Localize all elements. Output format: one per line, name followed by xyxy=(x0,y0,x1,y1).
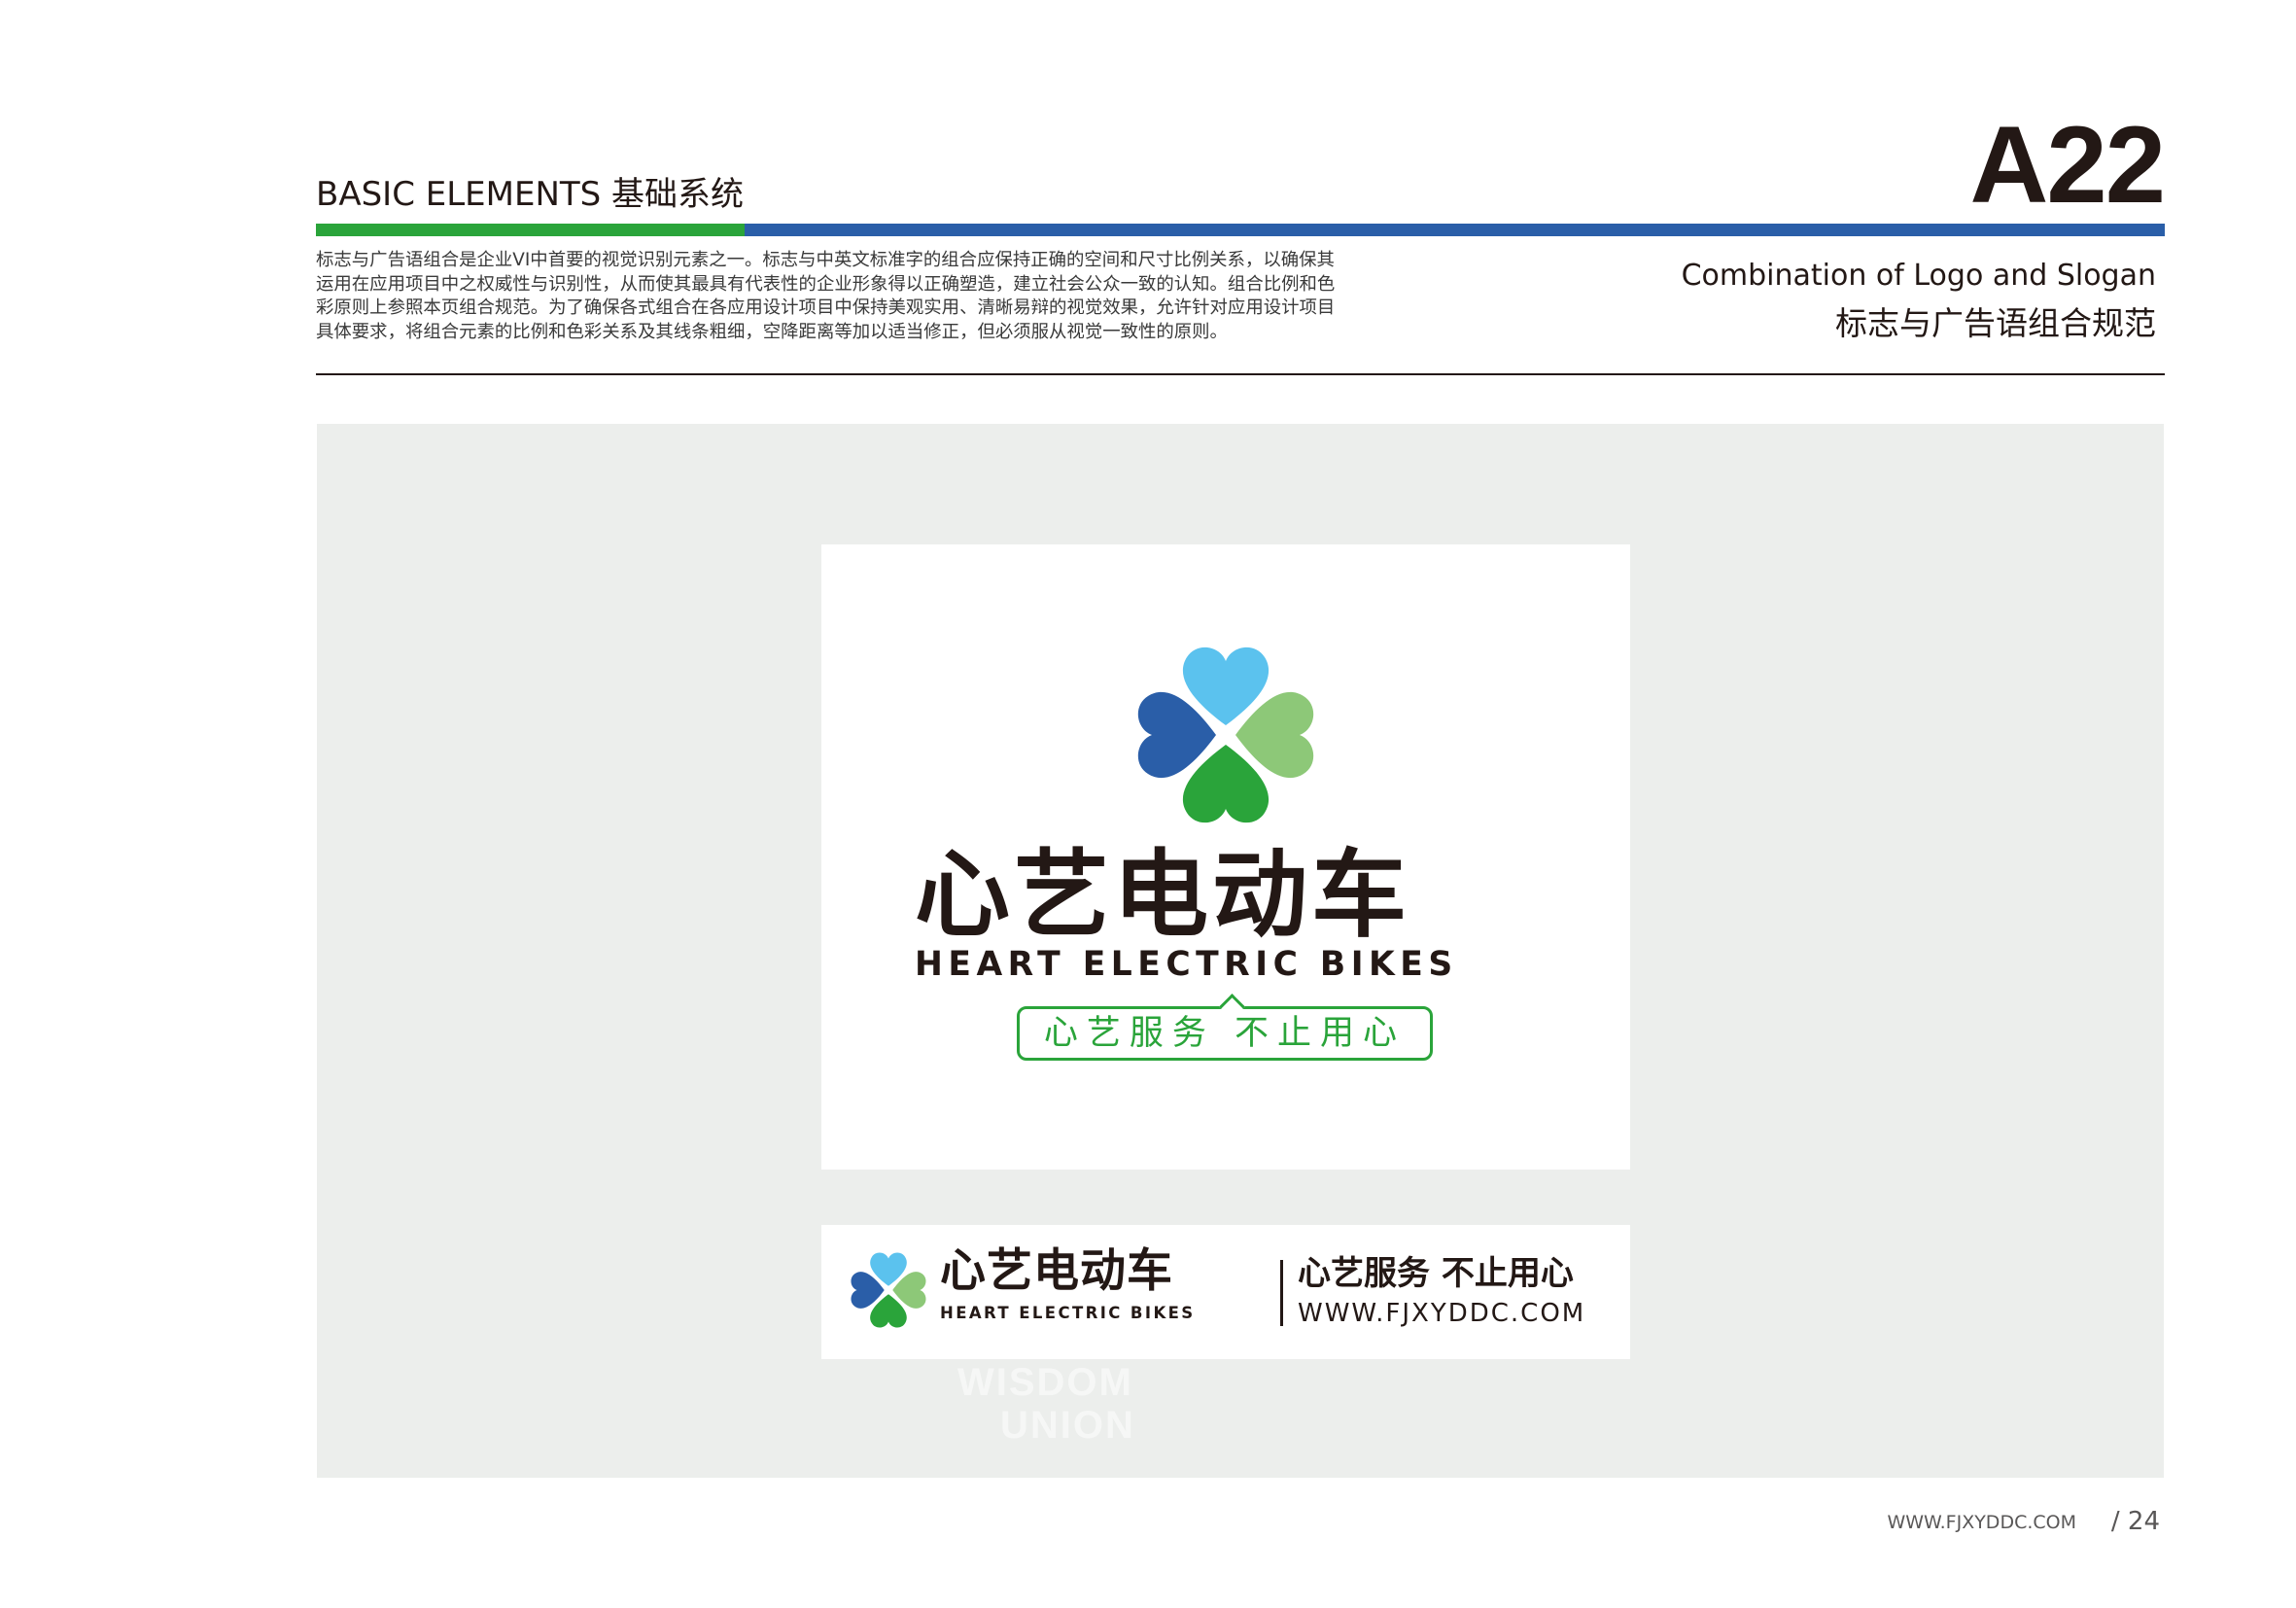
intro-paragraph: 标志与广告语组合是企业VI中首要的视觉识别元素之一。标志与中英文标准字的组合应保… xyxy=(316,249,1405,344)
page-code: A22 xyxy=(1969,104,2166,226)
wordmark-chinese: 心艺电动车 xyxy=(940,1244,1173,1298)
intro-line: 标志与广告语组合是企业VI中首要的视觉识别元素之一。标志与中英文标准字的组合应保… xyxy=(316,250,1335,270)
watermark-text: WISDOM UNION xyxy=(957,1361,1135,1447)
clover-logo-icon xyxy=(1137,647,1314,823)
accent-bar-blue xyxy=(745,224,2165,236)
logo-card-vertical: 心艺电动车 HEART ELECTRIC BIKES 心艺服务 不止用心 xyxy=(821,544,1630,1170)
wordmark-english: HEART ELECTRIC BIKES xyxy=(940,1304,1196,1322)
intro-line: 具体要求，将组合元素的比例和色彩关系及其线条粗细，空降距离等加以适当修正，但必须… xyxy=(316,321,1228,342)
intro-line: 彩原则上参照本页组合规范。为了确保各式组合在各应用设计项目中保持美观实用、清晰易… xyxy=(316,297,1336,318)
heading-zh: 标志与广告语组合规范 xyxy=(1835,304,2156,342)
logo-card-horizontal: 心艺电动车 HEART ELECTRIC BIKES 心艺服务 不止用心 WWW… xyxy=(821,1225,1630,1359)
vertical-divider xyxy=(1280,1260,1283,1326)
footer-url: WWW.FJXYDDC.COM xyxy=(1887,1512,2076,1533)
header-rule xyxy=(316,373,2165,375)
clover-logo-icon xyxy=(851,1252,926,1328)
page-number: / 24 xyxy=(2110,1507,2160,1536)
slogan-text: 心艺服务 不止用心 xyxy=(1043,1014,1407,1053)
accent-bar-green xyxy=(316,224,745,236)
section-title: BASIC ELEMENTS 基础系统 xyxy=(316,175,745,214)
slogan-frame: 心艺服务 不止用心 xyxy=(1017,994,1433,1061)
intro-line: 运用在应用项目中之权威性与识别性，从而使其最具有代表性的企业形象得以正确塑造，建… xyxy=(316,273,1336,295)
website-url: WWW.FJXYDDC.COM xyxy=(1298,1299,1586,1328)
heading-en: Combination of Logo and Slogan xyxy=(1681,259,2156,293)
watermark: WISDOM UNION xyxy=(957,1361,1366,1449)
wordmark-english: HEART ELECTRIC BIKES xyxy=(915,945,1458,984)
wordmark-chinese: 心艺电动车 xyxy=(915,840,1411,951)
slogan-text: 心艺服务 不止用心 xyxy=(1298,1254,1574,1293)
